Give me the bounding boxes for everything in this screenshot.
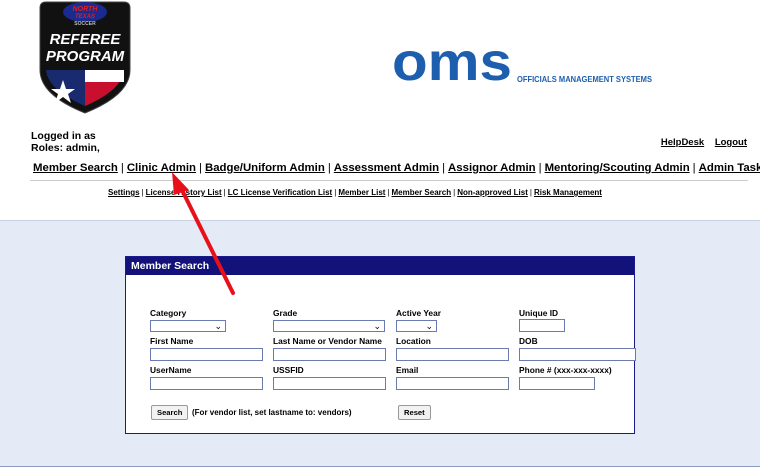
roles-label: Roles: admin, — [31, 142, 100, 154]
logo-text-soccer: SOCCER — [74, 21, 96, 27]
phone-input[interactable] — [519, 377, 595, 390]
nav-clinic-admin[interactable]: Clinic Admin — [127, 162, 196, 174]
first-name-input[interactable] — [150, 348, 263, 361]
search-button[interactable]: Search — [151, 405, 189, 420]
logged-in-label: Logged in as — [31, 130, 96, 142]
logo-text-texas: TEXAS — [75, 14, 95, 20]
phone-label: Phone # (xxx-xxx-xxxx) — [519, 365, 612, 375]
bottom-divider — [0, 466, 760, 467]
logo-text-program: PROGRAM — [46, 48, 125, 65]
ussfid-input[interactable] — [273, 377, 386, 390]
oms-logo: oms OFFICIALS MANAGEMENT SYSTEMS — [392, 36, 652, 88]
subnav-non-approved-list[interactable]: Non-approved List — [457, 188, 528, 197]
ussfid-label: USSFID — [273, 365, 304, 375]
oms-tagline: OFFICIALS MANAGEMENT SYSTEMS — [517, 74, 652, 84]
nav-mentoring-scouting-admin[interactable]: Mentoring/Scouting Admin — [545, 162, 690, 174]
subnav-member-list[interactable]: Member List — [338, 188, 385, 197]
logo-text-referee: REFEREE — [50, 31, 122, 48]
location-label: Location — [396, 336, 431, 346]
category-select[interactable]: ⌄ — [150, 320, 226, 332]
member-search-panel: Member Search Category ⌄ Grade ⌄ Active … — [125, 256, 636, 434]
category-label: Category — [150, 308, 187, 318]
logo-text-north: NORTH — [73, 6, 99, 13]
nav-divider — [30, 180, 748, 181]
email-label: Email — [396, 365, 419, 375]
email-input[interactable] — [396, 377, 509, 390]
last-name-label: Last Name or Vendor Name — [273, 336, 382, 346]
page: NORTH TEXAS SOCCER REFEREE PROGRAM oms O… — [0, 0, 760, 471]
subnav-risk-management[interactable]: Risk Management — [534, 188, 602, 197]
grade-label: Grade — [273, 308, 298, 318]
active-year-select[interactable]: ⌄ — [396, 320, 437, 332]
reset-button[interactable]: Reset — [398, 405, 431, 420]
unique-id-label: Unique ID — [519, 308, 559, 318]
nav-badge-uniform-admin[interactable]: Badge/Uniform Admin — [205, 162, 325, 174]
location-input[interactable] — [396, 348, 509, 361]
top-links: HelpDesk Logout — [653, 137, 747, 148]
nav-assessment-admin[interactable]: Assessment Admin — [334, 162, 439, 174]
unique-id-input[interactable] — [519, 319, 565, 332]
chevron-down-icon: ⌄ — [373, 321, 381, 331]
grade-select[interactable]: ⌄ — [273, 320, 385, 332]
last-name-input[interactable] — [273, 348, 386, 361]
dob-label: DOB — [519, 336, 538, 346]
nav-member-search[interactable]: Member Search — [33, 162, 118, 174]
panel-title: Member Search — [126, 257, 634, 275]
nav-assignor-admin[interactable]: Assignor Admin — [448, 162, 536, 174]
vendor-note: (For vendor list, set lastname to: vendo… — [192, 408, 352, 417]
dob-input[interactable] — [519, 348, 636, 361]
subnav-license-history-list[interactable]: License History List — [146, 188, 222, 197]
chevron-down-icon: ⌄ — [425, 321, 433, 331]
referee-program-logo: NORTH TEXAS SOCCER REFEREE PROGRAM — [39, 1, 131, 114]
subnav-lc-license-verification-list[interactable]: LC License Verification List — [228, 188, 332, 197]
nav-admin-tasks[interactable]: Admin Tasks — [699, 162, 760, 174]
subnav-settings[interactable]: Settings — [108, 188, 140, 197]
active-year-label: Active Year — [396, 308, 442, 318]
username-input[interactable] — [150, 377, 263, 390]
oms-mark: oms — [392, 36, 512, 88]
first-name-label: First Name — [150, 336, 194, 346]
main-nav: Member Search | Clinic Admin | Badge/Uniform… — [33, 162, 760, 174]
chevron-down-icon: ⌄ — [214, 321, 222, 331]
subnav-member-search[interactable]: Member Search — [392, 188, 452, 197]
login-info: Logged in as Roles: admin, — [31, 130, 100, 154]
logout-link[interactable]: Logout — [715, 137, 747, 148]
username-label: UserName — [150, 365, 192, 375]
sub-nav: Settings | License History List | LC License… — [108, 188, 602, 197]
helpdesk-link[interactable]: HelpDesk — [661, 137, 704, 148]
